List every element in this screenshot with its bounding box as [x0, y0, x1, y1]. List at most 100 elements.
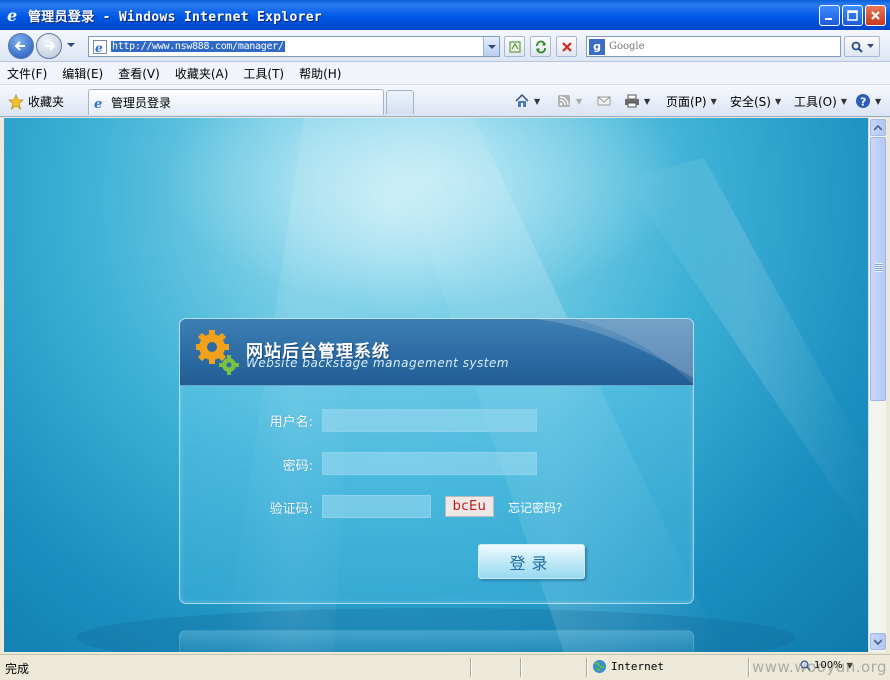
stop-icon: [561, 41, 572, 52]
page-viewport: 网站后台管理系统 Website backstage management sy…: [4, 118, 868, 652]
search-input[interactable]: [609, 41, 829, 52]
url-text[interactable]: http://www.nsw888.com/manager/: [111, 41, 285, 52]
safety-menu-button[interactable]: 安全(S) ▼: [730, 93, 781, 110]
arrow-right-icon: [45, 41, 56, 51]
captcha-image[interactable]: bcEu: [445, 496, 494, 517]
scroll-up-button[interactable]: [870, 119, 886, 136]
chevron-down-icon: ▼: [534, 96, 541, 106]
password-input[interactable]: [322, 452, 537, 475]
search-button[interactable]: [844, 36, 880, 57]
menu-tools[interactable]: 工具(T): [243, 65, 284, 82]
username-input[interactable]: [322, 409, 537, 432]
menu-view[interactable]: 查看(V): [118, 65, 160, 82]
password-label: 密码:: [282, 459, 313, 474]
home-button[interactable]: ▼: [514, 93, 540, 109]
login-button[interactable]: 登录: [478, 544, 585, 579]
home-icon: [515, 93, 529, 107]
scroll-thumb[interactable]: [870, 137, 886, 401]
history-dropdown-icon[interactable]: [66, 41, 76, 49]
help-button[interactable]: ? ▼: [855, 93, 881, 109]
svg-text:?: ?: [860, 96, 866, 109]
panel-reflection: [179, 630, 694, 652]
chevron-down-icon: ▼: [644, 96, 651, 106]
menu-help[interactable]: 帮助(H): [299, 65, 341, 82]
google-icon: g: [589, 38, 605, 55]
address-bar: e http://www.nsw888.com/manager/ g: [0, 30, 890, 62]
chevron-down-icon: ▼: [774, 97, 782, 106]
forgot-password-link[interactable]: 忘记密码?: [508, 499, 562, 516]
favorites-label: 收藏夹: [28, 95, 65, 109]
arrow-left-icon: [14, 41, 25, 51]
feeds-button[interactable]: ▼: [556, 93, 582, 109]
login-panel: 网站后台管理系统 Website backstage management sy…: [179, 318, 694, 604]
chevron-down-icon: [487, 44, 496, 49]
close-button[interactable]: [865, 5, 886, 26]
svg-text:e: e: [95, 41, 103, 54]
back-button[interactable]: [8, 33, 34, 59]
status-divider: [520, 658, 522, 677]
chevron-down-icon: ▼: [840, 97, 847, 106]
command-bar: 收藏夹 e 管理员登录 ▼ ▼ ▼ 页面(P) ▼ 安全(S) ▼ 工具(O) …: [0, 85, 890, 117]
minimize-icon: [825, 18, 832, 20]
tools-menu-label: 工具(O): [794, 95, 837, 109]
header-gloss: [535, 319, 693, 385]
vertical-scrollbar[interactable]: [868, 118, 886, 652]
status-divider: [586, 658, 588, 677]
globe-icon: [593, 660, 606, 673]
menu-favorites[interactable]: 收藏夹(A): [175, 65, 229, 82]
login-header: 网站后台管理系统 Website backstage management sy…: [180, 319, 693, 386]
scroll-grip: [875, 263, 883, 272]
minimize-button[interactable]: [819, 5, 840, 26]
status-text: 完成: [5, 662, 30, 676]
mail-button[interactable]: [596, 93, 612, 109]
page-ie-icon: e: [94, 97, 102, 110]
svg-text:e: e: [94, 97, 102, 110]
refresh-button[interactable]: [530, 36, 551, 57]
chevron-down-icon: ▼: [576, 96, 583, 106]
menu-file[interactable]: 文件(F): [7, 65, 47, 82]
menu-edit[interactable]: 编辑(E): [62, 65, 103, 82]
gears-icon: [196, 330, 239, 375]
chevron-down-icon: [866, 44, 874, 48]
tools-menu-button[interactable]: 工具(O) ▼: [794, 93, 847, 110]
close-icon: [871, 11, 880, 20]
status-divider: [748, 658, 750, 677]
username-label: 用户名:: [269, 415, 313, 430]
search-icon: [851, 41, 863, 53]
new-tab-button[interactable]: [386, 90, 414, 114]
search-box[interactable]: g: [586, 36, 841, 57]
maximize-icon: [847, 10, 858, 21]
window-title: 管理员登录 - Windows Internet Explorer: [28, 9, 323, 25]
printer-icon: [625, 94, 639, 108]
ie-logo-icon: e: [7, 7, 17, 23]
page-menu-button[interactable]: 页面(P) ▼: [666, 93, 717, 110]
page-ie-icon: e: [93, 39, 107, 54]
maximize-button[interactable]: [842, 5, 863, 26]
print-button[interactable]: ▼: [624, 93, 650, 109]
scroll-down-button[interactable]: [870, 633, 886, 650]
window-titlebar[interactable]: e 管理员登录 - Windows Internet Explorer: [0, 0, 890, 30]
favorites-button[interactable]: 收藏夹: [8, 93, 64, 110]
zone-label: Internet: [611, 660, 664, 673]
svg-text:e: e: [7, 7, 17, 23]
page-menu-label: 页面(P): [666, 95, 707, 109]
url-dropdown-button[interactable]: [483, 37, 499, 56]
forward-button[interactable]: [36, 33, 62, 59]
tab-active[interactable]: e 管理员登录: [88, 89, 384, 115]
safety-menu-label: 安全(S): [730, 95, 771, 109]
security-zone[interactable]: Internet: [592, 659, 664, 674]
chevron-up-icon: [874, 124, 882, 131]
star-icon: [8, 93, 24, 110]
url-field[interactable]: e http://www.nsw888.com/manager/: [88, 36, 500, 57]
stop-button[interactable]: [556, 36, 577, 57]
chevron-down-icon: ▼: [875, 96, 882, 106]
mail-icon: [597, 96, 611, 106]
chevron-down-icon: [874, 638, 882, 645]
refresh-icon: [535, 40, 546, 53]
captcha-input[interactable]: [322, 495, 431, 518]
watermark: www.wooyun.org: [752, 658, 888, 676]
compatibility-view-button[interactable]: [504, 36, 525, 57]
rss-icon: [558, 95, 570, 107]
tab-title: 管理员登录: [111, 96, 172, 110]
status-divider: [470, 658, 472, 677]
